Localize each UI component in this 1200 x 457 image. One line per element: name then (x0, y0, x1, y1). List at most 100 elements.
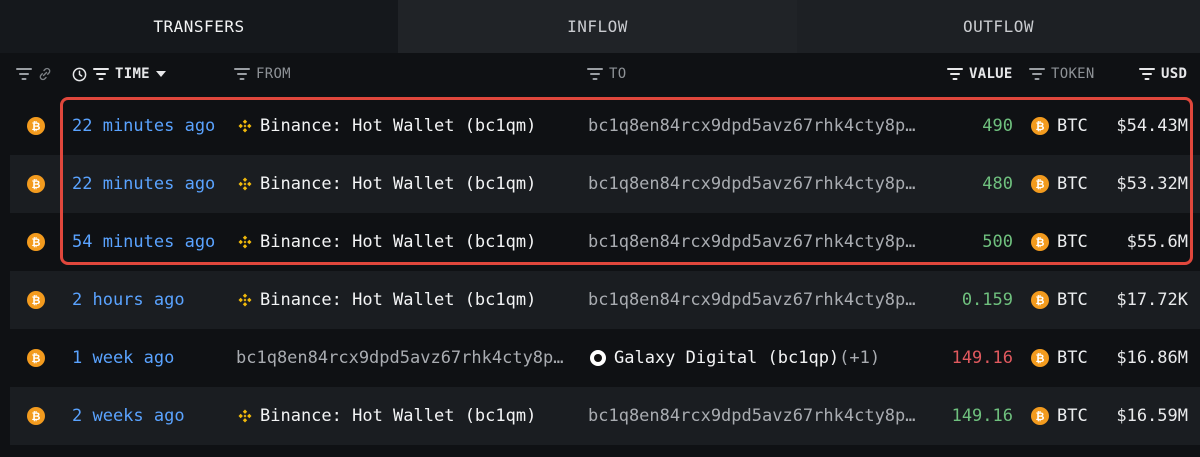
extra-count[interactable]: (+1) (839, 348, 880, 368)
chain-icon: ₿ (27, 271, 45, 329)
table-row[interactable]: ₿ 2 hours ago Binance: Hot Wallet (bc1qm… (10, 271, 1200, 329)
column-value-label: VALUE (969, 66, 1013, 82)
column-time[interactable]: TIME (72, 53, 166, 95)
value: 480 (982, 174, 1013, 194)
column-usd-label: USD (1161, 66, 1188, 82)
filter-icon[interactable] (93, 68, 109, 80)
filter-icon[interactable] (1029, 68, 1045, 80)
time-link[interactable]: 2 weeks ago (72, 387, 185, 445)
token-label: BTC (1057, 348, 1088, 368)
value: 149.16 (951, 348, 1013, 368)
time-link[interactable]: 1 week ago (72, 329, 174, 387)
from-entity[interactable]: Binance: Hot Wallet (bc1qm) (237, 213, 536, 271)
to-address[interactable]: bc1q8en84rcx9dpd5avz67rhk4cty8p… (588, 213, 916, 271)
to-address[interactable]: bc1q8en84rcx9dpd5avz67rhk4cty8p… (588, 97, 916, 155)
column-from-label: FROM (256, 66, 291, 82)
to-entity[interactable]: Galaxy Digital (bc1qp) (+1) (590, 329, 880, 387)
from-entity[interactable]: Binance: Hot Wallet (bc1qm) (237, 97, 536, 155)
time-link[interactable]: 22 minutes ago (72, 155, 215, 213)
to-address[interactable]: bc1q8en84rcx9dpd5avz67rhk4cty8p… (588, 387, 916, 445)
token[interactable]: ₿ BTC (1031, 97, 1088, 155)
btc-icon: ₿ (1031, 233, 1049, 251)
usd-value: $54.43M (1116, 116, 1188, 136)
column-value[interactable]: VALUE (947, 53, 1013, 95)
value: 149.16 (951, 406, 1013, 426)
btc-icon: ₿ (1031, 407, 1049, 425)
binance-icon (237, 176, 253, 192)
galaxy-digital-icon (590, 350, 606, 366)
table-row[interactable]: ₿ 22 minutes ago Binance: Hot Wallet (bc… (10, 155, 1200, 213)
tab-outflow[interactable]: OUTFLOW (797, 0, 1200, 53)
token-label: BTC (1057, 406, 1088, 426)
binance-icon (237, 234, 253, 250)
token[interactable]: ₿ BTC (1031, 155, 1088, 213)
table-row[interactable]: ₿ 22 minutes ago Binance: Hot Wallet (bc… (10, 97, 1200, 155)
btc-icon: ₿ (27, 117, 45, 135)
table-row[interactable]: ₿ 1 week ago bc1q8en84rcx9dpd5avz67rhk4c… (10, 329, 1200, 387)
value: 500 (982, 232, 1013, 252)
from-label: Binance: Hot Wallet (bc1qm) (260, 116, 537, 136)
token-label: BTC (1057, 116, 1088, 136)
usd-value: $16.86M (1116, 348, 1188, 368)
column-from[interactable]: FROM (234, 53, 291, 95)
column-to[interactable]: TO (587, 53, 626, 95)
to-address[interactable]: bc1q8en84rcx9dpd5avz67rhk4cty8p… (588, 271, 916, 329)
table-header: TIME FROM TO VALUE TOKEN USD (0, 53, 1200, 95)
token[interactable]: ₿ BTC (1031, 387, 1088, 445)
time-link[interactable]: 2 hours ago (72, 271, 185, 329)
from-entity[interactable]: Binance: Hot Wallet (bc1qm) (237, 387, 536, 445)
filter-icon[interactable] (234, 68, 250, 80)
binance-icon (237, 292, 253, 308)
column-token[interactable]: TOKEN (1029, 53, 1095, 95)
chain-icon: ₿ (27, 387, 45, 445)
binance-icon (237, 408, 253, 424)
column-usd[interactable]: USD (1139, 53, 1187, 95)
value: 0.159 (961, 290, 1013, 310)
usd-value: $17.72K (1116, 290, 1188, 310)
btc-icon: ₿ (27, 349, 45, 367)
filter-icon[interactable] (587, 68, 603, 80)
chain-icon: ₿ (27, 213, 45, 271)
column-token-label: TOKEN (1051, 66, 1095, 82)
chain-icon: ₿ (27, 97, 45, 155)
btc-icon: ₿ (27, 233, 45, 251)
link-icon[interactable] (38, 67, 52, 81)
column-time-label: TIME (115, 66, 150, 82)
from-label: Binance: Hot Wallet (bc1qm) (260, 174, 537, 194)
value: 490 (982, 116, 1013, 136)
chain-icon: ₿ (27, 155, 45, 213)
usd-value: $53.32M (1116, 174, 1188, 194)
token[interactable]: ₿ BTC (1031, 271, 1088, 329)
from-label: Binance: Hot Wallet (bc1qm) (260, 232, 537, 252)
token[interactable]: ₿ BTC (1031, 213, 1088, 271)
from-entity[interactable]: Binance: Hot Wallet (bc1qm) (237, 155, 536, 213)
from-entity[interactable]: Binance: Hot Wallet (bc1qm) (237, 271, 536, 329)
btc-icon: ₿ (1031, 117, 1049, 135)
time-link[interactable]: 22 minutes ago (72, 97, 215, 155)
to-address[interactable]: bc1q8en84rcx9dpd5avz67rhk4cty8p… (588, 155, 916, 213)
from-label: Binance: Hot Wallet (bc1qm) (260, 406, 537, 426)
binance-icon (237, 118, 253, 134)
btc-icon: ₿ (27, 291, 45, 309)
from-address[interactable]: bc1q8en84rcx9dpd5avz67rhk4cty8p… (236, 329, 564, 387)
tab-transfers[interactable]: TRANSFERS (0, 0, 398, 53)
clock-icon (72, 67, 87, 82)
header-icons (16, 53, 52, 95)
filter-icon[interactable] (1139, 68, 1155, 80)
table-row[interactable]: ₿ 54 minutes ago Binance: Hot Wallet (bc… (10, 213, 1200, 271)
btc-icon: ₿ (1031, 349, 1049, 367)
btc-icon: ₿ (27, 175, 45, 193)
sort-down-icon[interactable] (155, 71, 166, 77)
token-label: BTC (1057, 290, 1088, 310)
filter-icon[interactable] (16, 68, 32, 80)
btc-icon: ₿ (27, 407, 45, 425)
btc-icon: ₿ (1031, 291, 1049, 309)
btc-icon: ₿ (1031, 175, 1049, 193)
table-row[interactable]: ₿ 2 weeks ago Binance: Hot Wallet (bc1qm… (10, 387, 1200, 445)
tab-inflow[interactable]: INFLOW (398, 0, 797, 53)
time-link[interactable]: 54 minutes ago (72, 213, 215, 271)
token[interactable]: ₿ BTC (1031, 329, 1088, 387)
tab-bar: TRANSFERS INFLOW OUTFLOW (0, 0, 1200, 53)
token-label: BTC (1057, 174, 1088, 194)
filter-icon[interactable] (947, 68, 963, 80)
